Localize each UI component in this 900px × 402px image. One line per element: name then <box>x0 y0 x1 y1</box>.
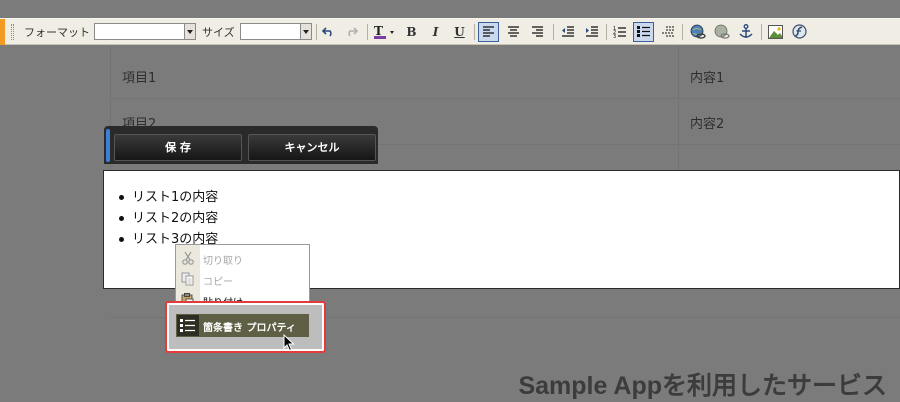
bulleted-list: リスト1の内容 リスト2の内容 リスト3の内容 <box>119 187 218 250</box>
list-item[interactable]: リスト2の内容 <box>119 208 218 229</box>
text-color-icon: T <box>374 24 394 39</box>
bold-icon: B <box>406 25 417 39</box>
numbered-list-icon: 123 <box>613 26 626 40</box>
anchor-button[interactable] <box>735 22 756 42</box>
numbered-list-button[interactable]: 123 <box>609 22 630 42</box>
copy-icon <box>181 272 194 286</box>
flash-icon <box>792 24 807 39</box>
toolbar-divider <box>367 24 368 40</box>
toolbar-divider <box>761 24 762 40</box>
table-border <box>110 98 900 99</box>
flash-button[interactable] <box>789 22 810 42</box>
italic-icon: I <box>432 25 439 39</box>
size-label: サイズ <box>202 26 235 39</box>
svg-text:T: T <box>374 24 383 38</box>
horizontal-rule-icon <box>661 26 674 37</box>
undo-button[interactable] <box>318 22 339 42</box>
align-center-button[interactable] <box>503 22 524 42</box>
bulleted-list-button[interactable] <box>633 22 654 42</box>
context-menu-icon-area <box>177 315 199 336</box>
table-cell-item: 項目1 <box>122 71 157 86</box>
toolbar-divider <box>606 24 607 40</box>
chevron-down-icon <box>184 24 195 39</box>
redo-icon <box>348 27 359 37</box>
toolbar-accent <box>0 19 5 45</box>
page-section-title: Sample Appを利用したサービス <box>518 372 887 400</box>
toolbar-divider <box>474 24 475 40</box>
anchor-icon <box>738 24 753 38</box>
text-color-button[interactable]: T <box>372 22 398 42</box>
link-button[interactable] <box>687 22 708 42</box>
unlink-icon <box>714 24 730 39</box>
scissors-icon <box>182 251 194 265</box>
toolbar-divider <box>316 24 317 40</box>
edit-action-bar: 保 存 キャンセル <box>104 126 378 164</box>
indent-icon <box>585 26 598 37</box>
link-icon <box>690 24 706 39</box>
align-right-icon <box>532 26 543 37</box>
cancel-button[interactable]: キャンセル <box>248 134 376 161</box>
align-center-icon <box>508 26 519 37</box>
toolbar-divider <box>553 24 554 40</box>
context-menu-label: コピー <box>203 277 233 288</box>
redo-button[interactable] <box>341 22 362 42</box>
size-select[interactable] <box>240 23 312 40</box>
context-menu-label: 箇条書き プロパティ <box>203 323 296 334</box>
context-menu-item-cut[interactable]: 切り取り <box>176 248 309 269</box>
bulleted-list-icon <box>180 319 195 332</box>
bold-button[interactable]: B <box>401 22 422 42</box>
align-left-icon <box>483 26 494 37</box>
bulleted-list-icon <box>636 26 650 37</box>
image-button[interactable] <box>765 22 786 42</box>
format-label: フォーマット <box>24 26 90 39</box>
underline-button[interactable]: U <box>449 22 470 42</box>
context-menu-item-copy[interactable]: コピー <box>176 269 309 290</box>
format-select[interactable] <box>94 23 196 40</box>
toolbar-grip[interactable] <box>11 24 14 40</box>
chevron-down-icon <box>300 24 311 39</box>
save-button[interactable]: 保 存 <box>114 134 242 161</box>
editor-toolbar: フォーマット サイズ T B I U 1 2 3 <box>0 18 900 45</box>
outdent-icon <box>561 26 574 37</box>
align-right-button[interactable] <box>527 22 548 42</box>
table-cell-content: 内容1 <box>690 71 725 86</box>
svg-text:3: 3 <box>613 34 616 38</box>
horizontal-rule-button[interactable] <box>657 22 678 42</box>
table-cell-content: 内容2 <box>690 117 725 132</box>
indent-button[interactable] <box>581 22 602 42</box>
underline-icon: U <box>454 25 465 39</box>
list-item[interactable]: リスト1の内容 <box>119 187 218 208</box>
context-menu-label: 切り取り <box>203 256 243 267</box>
italic-button[interactable]: I <box>425 22 446 42</box>
unlink-button[interactable] <box>711 22 732 42</box>
mouse-cursor-icon <box>283 334 295 352</box>
image-icon <box>768 25 783 39</box>
undo-icon <box>321 27 332 37</box>
align-left-button[interactable] <box>478 22 499 42</box>
action-bar-accent <box>106 129 110 162</box>
table-border <box>678 46 679 170</box>
outdent-button[interactable] <box>557 22 578 42</box>
toolbar-divider <box>682 24 683 40</box>
